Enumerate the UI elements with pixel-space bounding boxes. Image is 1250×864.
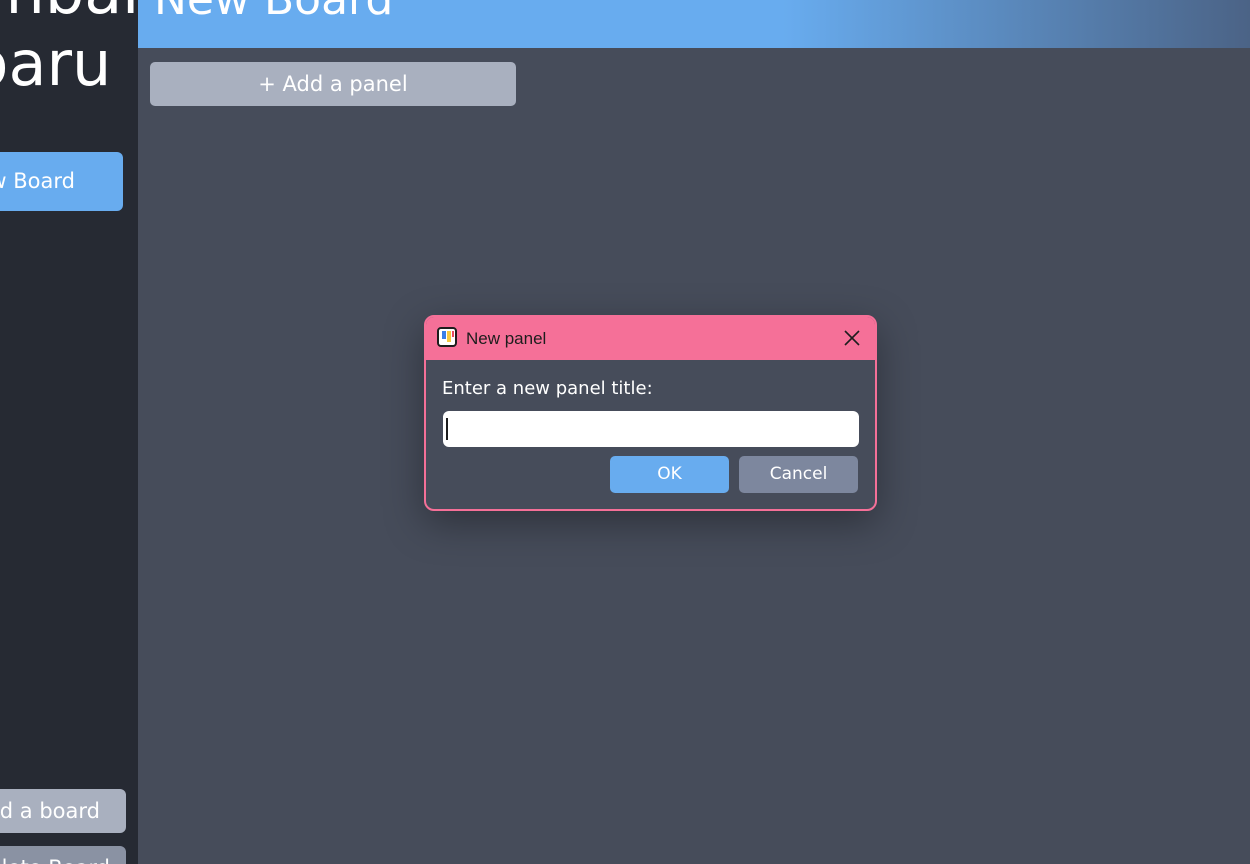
app-window: Kanban Boaru New Board Add a board Delet… [0,0,1250,864]
sidebar: Kanban Boaru New Board Add a board Delet… [0,0,138,864]
dialog-prompt: Enter a new panel title: [442,378,653,399]
cancel-button[interactable]: Cancel [739,456,858,493]
text-caret [446,418,448,440]
app-title: Kanban Boaru [0,0,138,100]
panel-title-input[interactable] [443,411,859,447]
board-title[interactable]: New Board [154,0,393,30]
add-panel-button[interactable]: + Add a panel [150,62,516,106]
dialog-title: New panel [466,329,547,348]
board-header: New Board [138,0,1250,48]
add-board-button[interactable]: Add a board [0,789,126,833]
delete-board-button[interactable]: Delete Board [0,846,126,864]
close-icon[interactable] [835,321,869,355]
sidebar-item-label: New Board [0,169,75,193]
dialog-titlebar[interactable]: New panel [426,317,875,360]
new-panel-dialog: New panel Enter a new panel title: OK Ca… [424,315,877,511]
sidebar-item-board[interactable]: New Board [0,152,123,211]
kanban-app-icon [437,327,457,347]
ok-button[interactable]: OK [610,456,729,493]
